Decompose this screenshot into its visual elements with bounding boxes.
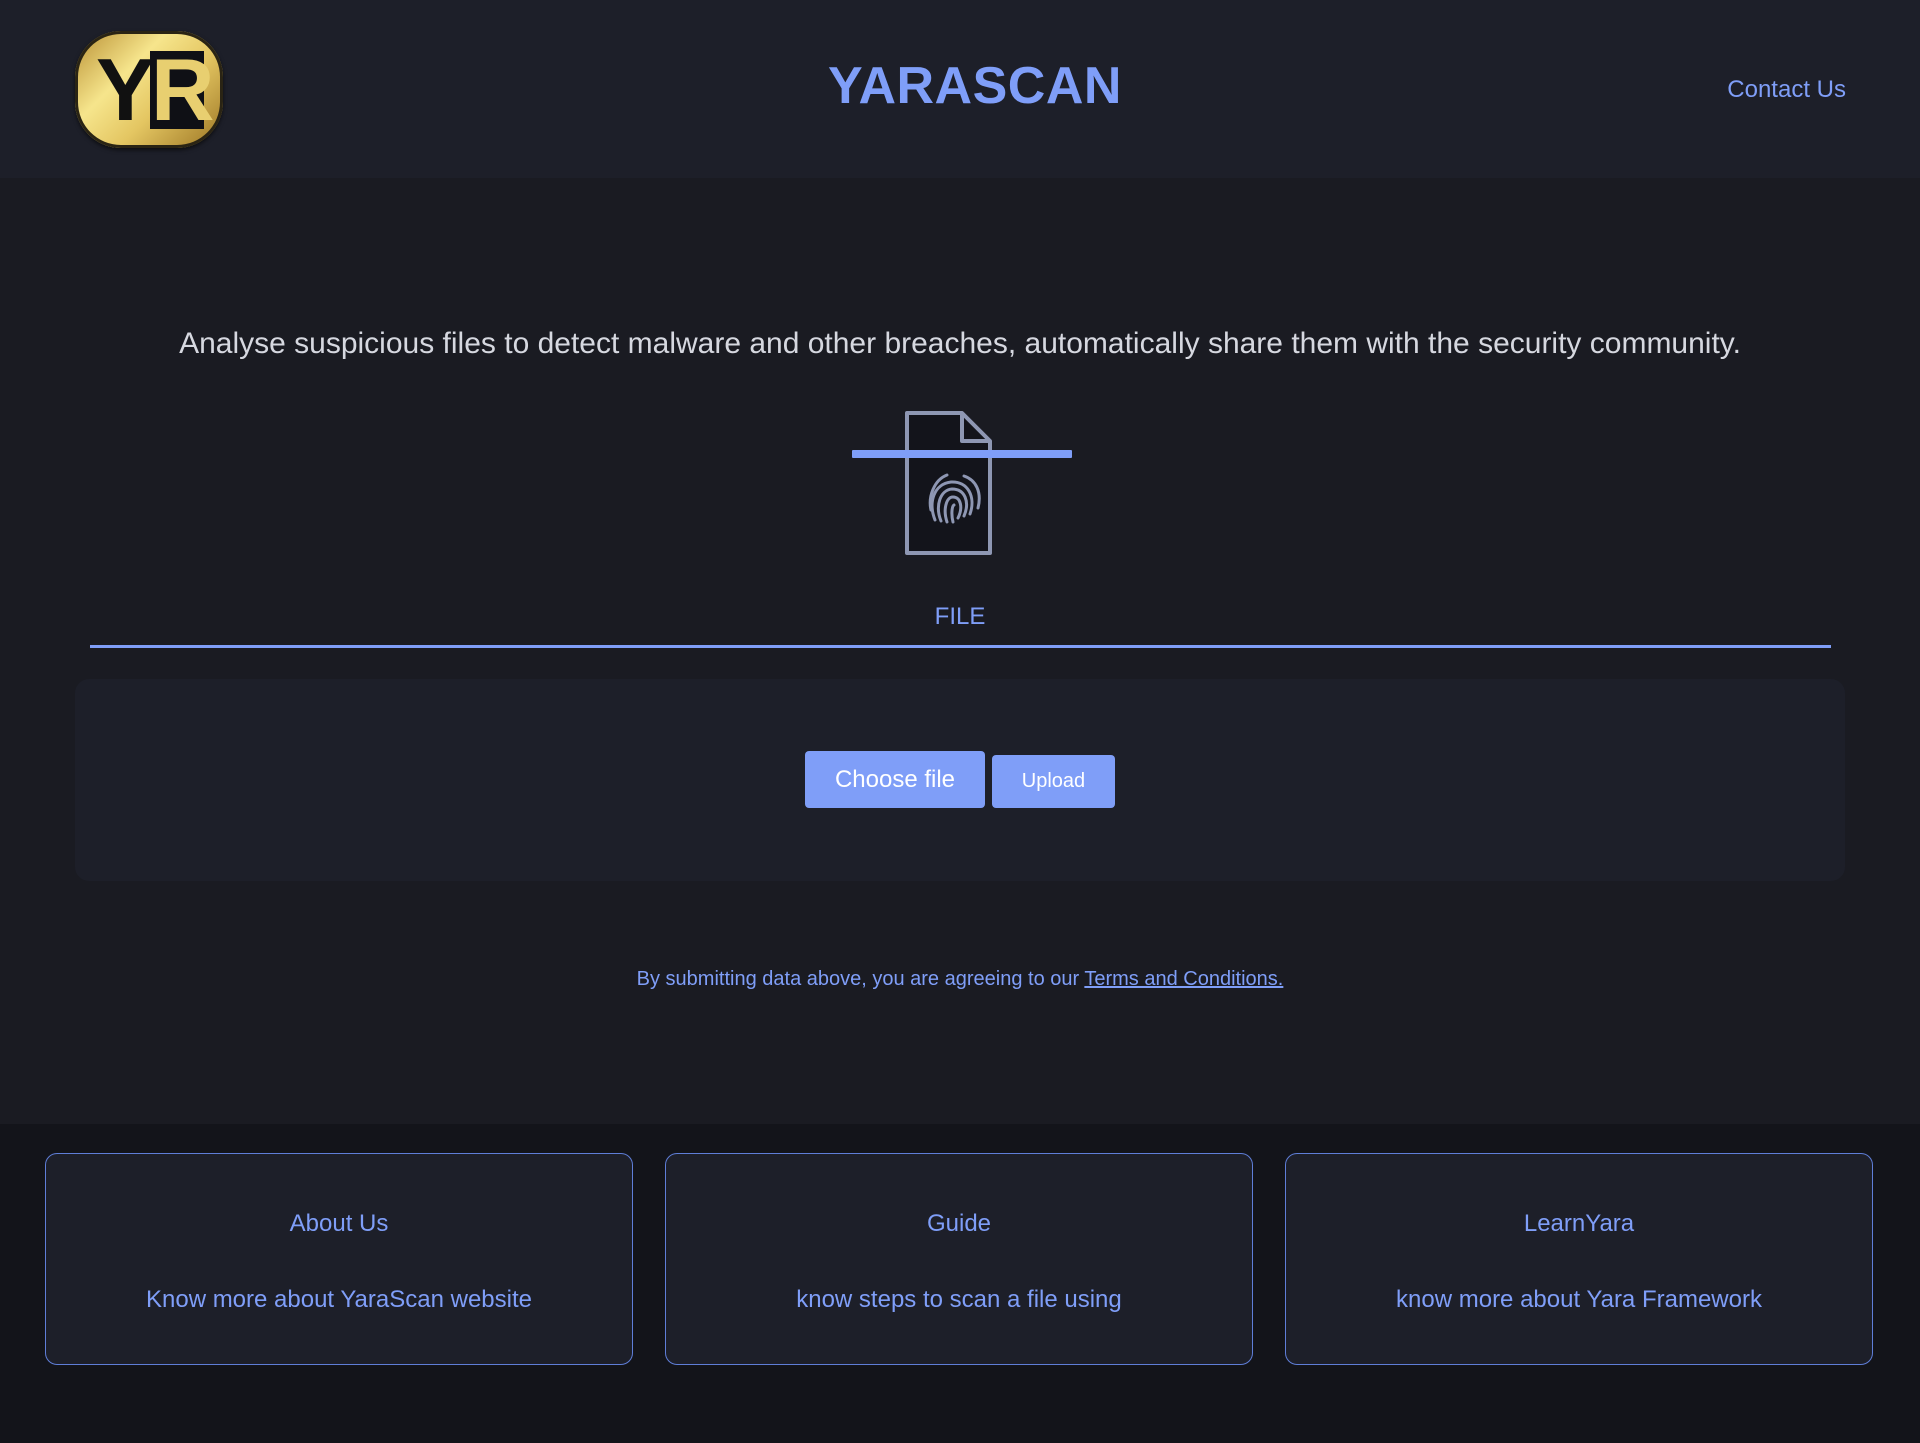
upload-button[interactable]: Upload bbox=[992, 755, 1115, 808]
tab-file[interactable]: FILE bbox=[0, 603, 1920, 631]
contact-us-link[interactable]: Contact Us bbox=[1727, 76, 1846, 104]
terms-prefix: By submitting data above, you are agreei… bbox=[636, 968, 1085, 990]
footer-card-learnyara[interactable]: LearnYara know more about Yara Framework bbox=[1285, 1153, 1873, 1365]
footer-card-guide[interactable]: Guide know steps to scan a file using bbox=[665, 1153, 1253, 1365]
card-description: Know more about YaraScan website bbox=[145, 1286, 532, 1313]
site-title: YARASCAN bbox=[828, 57, 1122, 115]
terms-notice: By submitting data above, you are agreei… bbox=[0, 968, 1920, 991]
page-tagline: Analyse suspicious files to detect malwa… bbox=[179, 327, 1741, 360]
card-description: know steps to scan a file using bbox=[796, 1286, 1122, 1313]
choose-file-button[interactable]: Choose file bbox=[805, 751, 985, 808]
card-title: LearnYara bbox=[1523, 1210, 1635, 1237]
fingerprint-file-icon bbox=[852, 411, 1072, 555]
card-description: know more about Yara Framework bbox=[1396, 1286, 1762, 1313]
card-title: About Us bbox=[289, 1210, 389, 1237]
site-header: Y R YARASCAN Contact Us bbox=[0, 0, 1920, 178]
card-title: Guide bbox=[926, 1210, 992, 1237]
terms-and-conditions-link[interactable]: Terms and Conditions. bbox=[1084, 968, 1283, 990]
tab-underline bbox=[90, 645, 1831, 648]
footer-card-about-us[interactable]: About Us Know more about YaraScan websit… bbox=[45, 1153, 633, 1365]
